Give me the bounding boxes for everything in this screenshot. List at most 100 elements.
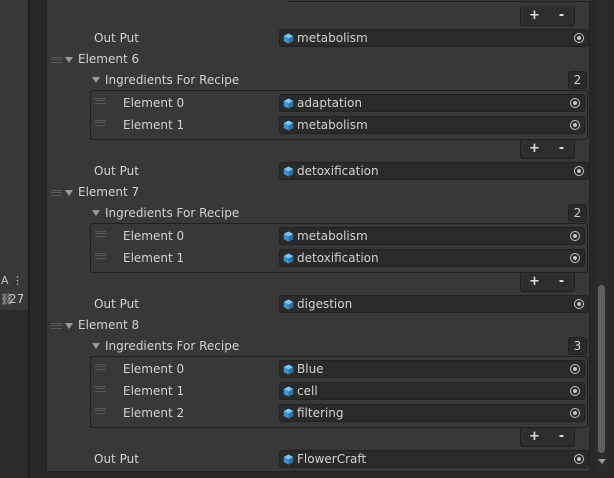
scriptable-object-icon bbox=[283, 33, 294, 44]
scriptable-object-icon bbox=[283, 386, 294, 397]
drag-handle-icon[interactable] bbox=[51, 57, 62, 63]
out-put-label: Out Put bbox=[94, 452, 139, 466]
ingredients-label[interactable]: Ingredients For Recipe bbox=[105, 204, 239, 222]
object-picker-icon[interactable] bbox=[574, 454, 584, 464]
list-buttons: + - bbox=[520, 273, 575, 292]
list-size-field[interactable]: 2 bbox=[568, 204, 587, 222]
out-put-value: FlowerCraft bbox=[297, 452, 367, 466]
foldout-arrow-icon[interactable] bbox=[65, 57, 73, 63]
out-put-label: Out Put bbox=[94, 297, 139, 311]
ingredient-value: detoxification bbox=[297, 251, 379, 265]
remove-element-button[interactable]: - bbox=[548, 428, 575, 446]
element-label[interactable]: Element 8 bbox=[78, 316, 139, 334]
scriptable-object-icon bbox=[283, 231, 294, 242]
ingredient-value: filtering bbox=[297, 406, 344, 420]
ingredient-field[interactable]: Blue bbox=[279, 360, 585, 378]
object-picker-icon[interactable] bbox=[574, 299, 584, 309]
object-picker-icon[interactable] bbox=[570, 98, 580, 108]
remove-element-button[interactable]: - bbox=[548, 140, 575, 158]
out-put-value: digestion bbox=[297, 297, 353, 311]
ingredient-field[interactable]: adaptation bbox=[279, 94, 585, 112]
add-element-button[interactable]: + bbox=[521, 273, 548, 291]
reference-count: ⛓ 27 bbox=[0, 292, 28, 308]
ingredient-value: metabolism bbox=[297, 229, 368, 243]
scriptable-object-icon bbox=[283, 253, 294, 264]
lock-icon[interactable]: A bbox=[1, 274, 9, 287]
scroll-down-arrow-icon[interactable] bbox=[598, 459, 606, 464]
object-picker-icon[interactable] bbox=[570, 120, 580, 130]
ingredients-label[interactable]: Ingredients For Recipe bbox=[105, 337, 239, 355]
hierarchy-empty-area bbox=[0, 310, 28, 478]
drag-handle-icon[interactable] bbox=[95, 408, 106, 414]
object-picker-icon[interactable] bbox=[570, 408, 580, 418]
object-picker-icon[interactable] bbox=[570, 364, 580, 374]
object-picker-icon[interactable] bbox=[570, 231, 580, 241]
scriptable-object-icon bbox=[283, 408, 294, 419]
list-item-label: Element 0 bbox=[123, 229, 185, 243]
ingredient-field[interactable]: metabolism bbox=[279, 227, 585, 245]
hierarchy-panel: A ⋮ ⛓ 27 bbox=[0, 0, 28, 478]
scriptable-object-icon bbox=[283, 364, 294, 375]
list-item-label: Element 2 bbox=[123, 406, 185, 420]
list-buttons: + - bbox=[520, 140, 575, 159]
foldout-arrow-icon[interactable] bbox=[65, 190, 73, 196]
element-label[interactable]: Element 7 bbox=[78, 183, 139, 201]
ingredient-value: Blue bbox=[297, 362, 324, 376]
object-picker-icon[interactable] bbox=[574, 33, 584, 43]
foldout-arrow-icon[interactable] bbox=[92, 343, 100, 349]
add-element-button[interactable]: + bbox=[521, 140, 548, 158]
list-item-label: Element 1 bbox=[123, 118, 185, 132]
object-picker-icon[interactable] bbox=[570, 386, 580, 396]
scriptable-object-icon bbox=[283, 166, 294, 177]
foldout-arrow-icon[interactable] bbox=[92, 77, 100, 83]
drag-handle-icon[interactable] bbox=[95, 98, 106, 104]
list-item-label: Element 0 bbox=[123, 362, 185, 376]
foldout-arrow-icon[interactable] bbox=[65, 323, 73, 329]
out-put-field[interactable]: metabolism bbox=[279, 29, 589, 47]
inspector-panel: + - Out Put metabolism Element 6 Ingredi… bbox=[30, 0, 614, 478]
out-put-value: metabolism bbox=[297, 31, 368, 45]
recipe-list-content: + - Out Put metabolism Element 6 Ingredi… bbox=[46, 0, 595, 472]
list-size-field[interactable]: 3 bbox=[568, 337, 587, 355]
ingredient-field[interactable]: cell bbox=[279, 382, 585, 400]
out-put-field[interactable]: FlowerCraft bbox=[279, 450, 589, 468]
scrollbar-thumb[interactable] bbox=[598, 285, 605, 453]
remove-element-button[interactable]: - bbox=[548, 273, 575, 291]
vertical-scrollbar[interactable] bbox=[595, 0, 608, 472]
object-picker-icon[interactable] bbox=[570, 253, 580, 263]
ingredients-label[interactable]: Ingredients For Recipe bbox=[105, 71, 239, 89]
more-menu-icon[interactable]: ⋮ bbox=[12, 274, 23, 287]
out-put-field[interactable]: digestion bbox=[279, 295, 589, 313]
ingredient-field[interactable]: metabolism bbox=[279, 116, 585, 134]
add-element-button[interactable]: + bbox=[521, 7, 548, 25]
list-item-label: Element 1 bbox=[123, 251, 185, 265]
reference-count-value: 27 bbox=[9, 292, 25, 306]
previous-list-box bbox=[287, 0, 595, 2]
drag-handle-icon[interactable] bbox=[95, 231, 106, 237]
drag-handle-icon[interactable] bbox=[51, 323, 62, 329]
list-item-label: Element 1 bbox=[123, 384, 185, 398]
ingredient-value: cell bbox=[297, 384, 318, 398]
add-element-button[interactable]: + bbox=[521, 428, 548, 446]
list-item-label: Element 0 bbox=[123, 96, 185, 110]
hierarchy-toolbar: A ⋮ bbox=[0, 274, 28, 288]
scriptable-object-icon bbox=[283, 454, 294, 465]
drag-handle-icon[interactable] bbox=[95, 120, 106, 126]
drag-handle-icon[interactable] bbox=[95, 364, 106, 370]
ingredient-field[interactable]: detoxification bbox=[279, 249, 585, 267]
ingredient-value: adaptation bbox=[297, 96, 362, 110]
scriptable-object-icon bbox=[283, 120, 294, 131]
foldout-arrow-icon[interactable] bbox=[92, 210, 100, 216]
drag-handle-icon[interactable] bbox=[95, 253, 106, 259]
object-picker-icon[interactable] bbox=[574, 166, 584, 176]
list-buttons: + - bbox=[520, 428, 575, 447]
ingredient-field[interactable]: filtering bbox=[279, 404, 585, 422]
drag-handle-icon[interactable] bbox=[95, 386, 106, 392]
out-put-field[interactable]: detoxification bbox=[279, 162, 589, 180]
scriptable-object-icon bbox=[283, 98, 294, 109]
list-size-field[interactable]: 2 bbox=[568, 71, 587, 89]
remove-element-button[interactable]: - bbox=[548, 7, 575, 25]
drag-handle-icon[interactable] bbox=[51, 190, 62, 196]
element-label[interactable]: Element 6 bbox=[78, 50, 139, 68]
ingredient-value: metabolism bbox=[297, 118, 368, 132]
